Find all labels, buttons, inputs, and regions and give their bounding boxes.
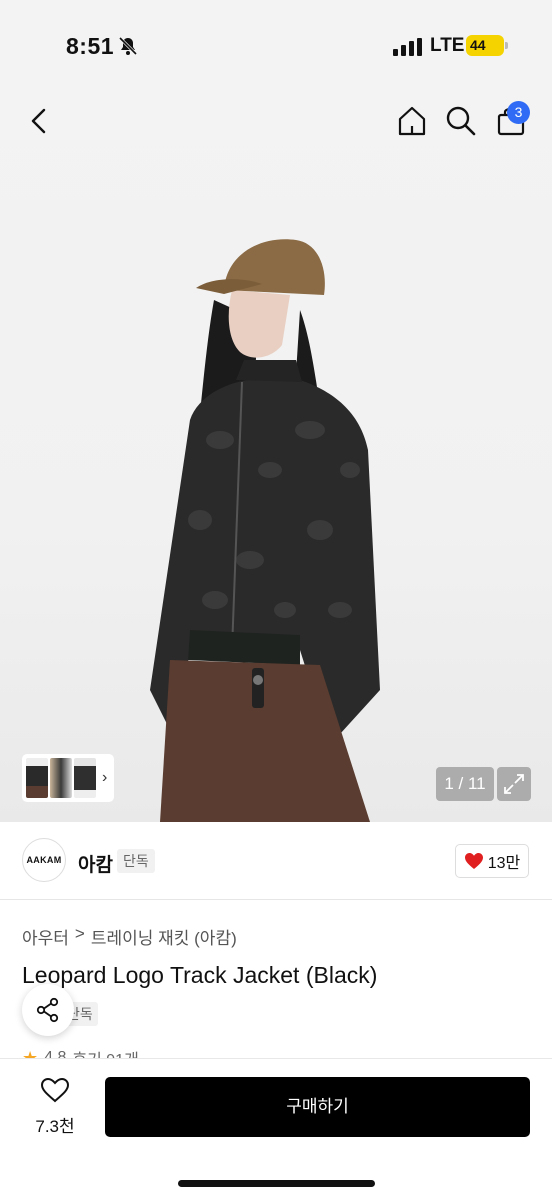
breadcrumb-category[interactable]: 아우터 <box>22 924 69 949</box>
heart-outline-icon <box>40 1077 70 1103</box>
like-button[interactable]: 13만 <box>455 844 529 878</box>
model-photo <box>150 239 380 822</box>
share-button[interactable] <box>22 984 74 1036</box>
home-icon[interactable] <box>396 104 428 138</box>
breadcrumb-subcategory[interactable]: 트레이닝 재킷 (아캄) <box>91 924 237 949</box>
thumbnail[interactable] <box>50 758 72 798</box>
status-bar: 8:51 LTE 44 <box>0 0 552 90</box>
product-image[interactable] <box>0 90 552 822</box>
breadcrumb-separator: > <box>74 924 85 943</box>
status-time: 8:51 <box>66 33 115 59</box>
heart-icon <box>464 853 483 869</box>
brand-logo[interactable]: AAKAM <box>22 838 66 882</box>
brand-name[interactable]: 아캄 <box>78 850 113 877</box>
bottom-action-bar: 7.3천 구매하기 <box>0 1058 552 1200</box>
chevron-right-icon[interactable]: › <box>102 769 107 787</box>
cart-count-badge: 3 <box>507 101 530 124</box>
product-title: Leopard Logo Track Jacket (Black) <box>22 962 378 988</box>
home-indicator <box>178 1180 375 1187</box>
share-icon <box>36 997 59 1023</box>
buy-button[interactable]: 구매하기 <box>105 1077 530 1137</box>
breadcrumb: 아우터 > 트레이닝 재킷 (아캄) <box>22 924 237 949</box>
search-icon[interactable] <box>444 104 478 138</box>
wishlist-button[interactable]: 7.3천 <box>22 1077 88 1141</box>
bell-muted-icon <box>118 36 138 56</box>
back-icon[interactable] <box>24 104 56 138</box>
thumbnail[interactable] <box>26 758 48 798</box>
thumbnail[interactable] <box>74 758 96 798</box>
battery-icon: 44 <box>466 35 508 56</box>
brand-exclusive-badge: 단독 <box>117 849 155 873</box>
wishlist-count: 7.3천 <box>35 1117 75 1136</box>
expand-icon[interactable] <box>497 767 531 801</box>
brand-row: AAKAM 아캄 단독 13만 <box>0 822 552 900</box>
network-label: LTE <box>430 35 465 56</box>
thumbnail-strip[interactable]: › <box>22 754 114 802</box>
like-count: 13만 <box>487 855 521 872</box>
signal-icon <box>393 38 422 56</box>
image-page-indicator: 1 / 11 <box>436 767 494 801</box>
